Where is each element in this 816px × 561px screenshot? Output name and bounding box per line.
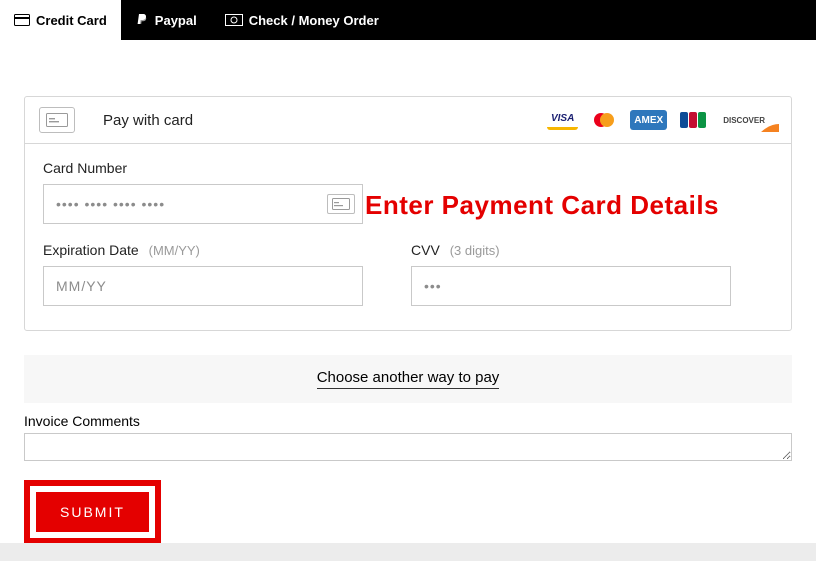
cvv-input[interactable]: [411, 266, 731, 306]
alt-pay-bar: Choose another way to pay: [24, 355, 792, 403]
jcb-logo: [675, 110, 711, 130]
submit-highlight: SUBMIT: [24, 480, 161, 544]
annotation-overlay: Enter Payment Card Details: [365, 190, 719, 221]
mastercard-logo: [586, 110, 622, 130]
card-brand-logos: VISA AMEX DISCOVER: [547, 110, 777, 130]
tab-label: Check / Money Order: [249, 13, 379, 28]
cvv-label: CVV (3 digits): [411, 242, 731, 258]
tab-label: Paypal: [155, 13, 197, 28]
card-mini-icon: [327, 194, 355, 214]
discover-logo: DISCOVER: [719, 110, 777, 130]
choose-another-way-link[interactable]: Choose another way to pay: [317, 369, 500, 389]
tab-label: Credit Card: [36, 13, 107, 28]
card-number-input[interactable]: [43, 184, 363, 224]
card-panel-header: Pay with card VISA AMEX DISCOVER: [25, 97, 791, 144]
tab-check-money-order[interactable]: Check / Money Order: [211, 0, 393, 40]
card-number-label: Card Number: [43, 160, 773, 176]
expiration-input[interactable]: [43, 266, 363, 306]
expiration-hint: (MM/YY): [149, 243, 200, 258]
tab-paypal[interactable]: Paypal: [121, 0, 211, 40]
amex-logo: AMEX: [630, 110, 667, 130]
footer-bar: [0, 543, 816, 561]
invoice-comments-input[interactable]: [24, 433, 792, 461]
paypal-icon: [135, 13, 149, 27]
visa-logo: VISA: [547, 110, 578, 130]
card-payment-panel: Pay with card VISA AMEX DISCOVER Card Nu…: [24, 96, 792, 331]
credit-card-icon: [14, 14, 30, 26]
expiration-label: Expiration Date (MM/YY): [43, 242, 363, 258]
pay-with-card-title: Pay with card: [103, 112, 193, 129]
money-icon: [225, 14, 243, 26]
cvv-hint: (3 digits): [450, 243, 500, 258]
payment-tabs: Credit Card Paypal Check / Money Order: [0, 0, 816, 40]
invoice-comments-label: Invoice Comments: [24, 413, 792, 429]
submit-button[interactable]: SUBMIT: [36, 492, 149, 532]
tab-credit-card[interactable]: Credit Card: [0, 0, 121, 40]
card-chip-icon: [39, 107, 75, 133]
